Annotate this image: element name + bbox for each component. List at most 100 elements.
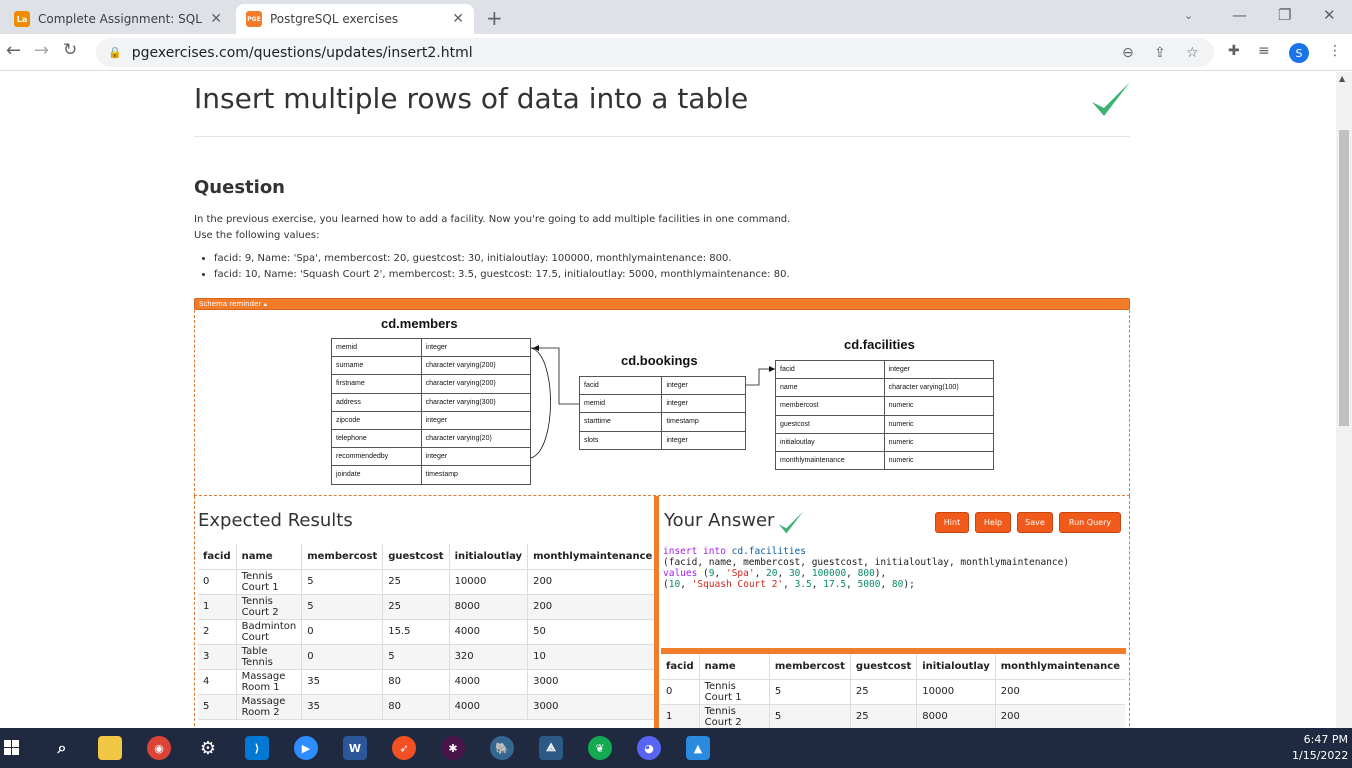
search-icon[interactable]: ⌕ — [50, 736, 74, 760]
bookmark-star-icon[interactable]: ☆ — [1186, 45, 1199, 61]
code-token: 10 — [668, 579, 681, 590]
table-cell: 4000 — [448, 669, 528, 695]
table-row: 1 Tennis Court 2 5 25 8000 200 — [661, 704, 1125, 728]
browser-tab-bar: La Complete Assignment: SQL Practi ✕ PGE… — [0, 0, 1352, 34]
table-row: 0 Tennis Court 1 5 25 10000 200 — [661, 679, 1125, 705]
clock-time: 6:47 PM — [1303, 733, 1348, 746]
photos-icon[interactable]: ▲ — [686, 736, 710, 760]
table-cell: 25 — [382, 569, 450, 595]
table-cell: 0 — [198, 569, 237, 595]
file-explorer-icon[interactable] — [98, 736, 122, 760]
table-cell: 25 — [382, 594, 450, 620]
table-row: 2 Badminton Court 0 15.5 4000 50 — [198, 619, 658, 645]
table-cell: Tennis Court 1 — [698, 679, 770, 705]
reload-icon[interactable]: ↻ — [63, 40, 77, 60]
table-cell: 8000 — [916, 704, 996, 728]
share-icon[interactable]: ⇪ — [1154, 45, 1166, 61]
sql-editor[interactable]: insert into cd.facilities (facid, name, … — [663, 546, 1123, 646]
mysql-workbench-icon[interactable]: ⟁ — [539, 736, 563, 760]
tab-search-icon[interactable]: ⌄ — [1184, 9, 1193, 22]
code-token: , — [811, 579, 824, 590]
browser-toolbar: ← → ↻ 🔒 pgexercises.com/questions/update… — [0, 34, 1352, 71]
column-header: monthlymaintenance — [527, 544, 658, 570]
code-token: , — [777, 568, 789, 579]
table-cell: 35 — [301, 669, 383, 695]
your-answer-heading: Your Answer — [664, 510, 775, 531]
extensions-icon[interactable]: ✚ — [1228, 43, 1240, 59]
code-token: 17.5 — [823, 579, 847, 590]
code-token: , — [846, 579, 858, 590]
address-bar[interactable]: 🔒 pgexercises.com/questions/updates/inse… — [96, 38, 1214, 67]
table-cell: 10000 — [916, 679, 996, 705]
column-header: name — [235, 544, 302, 570]
back-icon[interactable]: ← — [6, 40, 21, 61]
slack-icon[interactable]: ✱ — [441, 736, 465, 760]
hint-button[interactable]: Hint — [935, 512, 969, 533]
table-row: 0 Tennis Court 1 5 25 10000 200 — [198, 569, 658, 595]
new-tab-icon[interactable]: + — [486, 6, 503, 30]
table-cell: Massage Room 2 — [235, 694, 302, 720]
schema-reminder-toggle[interactable]: Schema reminder ▴ — [194, 298, 1130, 310]
table-cell: 3 — [198, 644, 237, 670]
system-clock[interactable]: 6:47 PM 1/15/2022 — [1292, 732, 1348, 764]
code-token: , — [714, 568, 726, 579]
zoom-icon[interactable]: ⊖ — [1122, 45, 1134, 61]
zoom-app-icon[interactable]: ▶ — [294, 736, 318, 760]
scroll-up-icon[interactable]: ▲ — [1339, 74, 1345, 83]
postgres-icon[interactable]: 🐘 — [490, 736, 514, 760]
code-token: 'Spa' — [725, 568, 755, 579]
column-header: guestcost — [382, 544, 450, 570]
expected-results-heading: Expected Results — [198, 510, 353, 531]
forward-icon[interactable]: → — [34, 40, 49, 61]
menu-icon[interactable]: ⋮ — [1328, 43, 1342, 59]
page-scrollbar[interactable]: ▲ — [1336, 72, 1352, 728]
chrome-icon[interactable]: ◉ — [147, 736, 171, 760]
close-window-icon[interactable]: ✕ — [1323, 6, 1336, 24]
page-title: Insert multiple rows of data into a tabl… — [194, 82, 749, 115]
help-button[interactable]: Help — [975, 512, 1011, 533]
table-cell: 5 — [301, 569, 383, 595]
reading-list-icon[interactable]: ≡ — [1258, 43, 1270, 59]
code-token: , — [680, 579, 692, 590]
table-cell: 25 — [849, 679, 917, 705]
table-cell: 80 — [382, 669, 450, 695]
favicon-icon: PGE — [246, 11, 262, 27]
table-cell: 0 — [661, 679, 700, 705]
url-text: pgexercises.com/questions/updates/insert… — [131, 44, 473, 61]
table-cell: 5 — [382, 644, 450, 670]
question-line: In the previous exercise, you learned ho… — [194, 214, 791, 225]
question-heading: Question — [194, 177, 285, 198]
column-header: facid — [661, 654, 700, 680]
table-cell: 4000 — [448, 694, 528, 720]
settings-gear-icon[interactable]: ⚙ — [196, 736, 220, 760]
close-tab-icon[interactable]: ✕ — [452, 11, 464, 27]
profile-avatar[interactable]: S — [1289, 43, 1309, 63]
expected-results-panel: Expected Results facid name membercost gues… — [194, 496, 658, 728]
page-content: Insert multiple rows of data into a tabl… — [0, 72, 1336, 728]
tab-assignment[interactable]: La Complete Assignment: SQL Practi ✕ — [4, 4, 232, 34]
restore-icon[interactable]: ❐ — [1278, 6, 1291, 24]
windows-start-icon[interactable] — [4, 740, 20, 756]
your-answer-panel: Your Answer Hint Help Save Run Query ins… — [659, 496, 1130, 728]
mongodb-compass-icon[interactable]: ❦ — [588, 736, 612, 760]
taskbar: ⌕ ◉ ⚙ ⟩ ▶ W ➶ ✱ 🐘 ⟁ ❦ ◕ ▲ 6:47 PM 1/15/2… — [0, 728, 1352, 768]
run-query-button[interactable]: Run Query — [1059, 512, 1121, 533]
code-token: , — [754, 568, 767, 579]
table-cell: Massage Room 1 — [235, 669, 302, 695]
table-row: 4 Massage Room 1 35 80 4000 3000 — [198, 669, 658, 695]
close-tab-icon[interactable]: ✕ — [210, 11, 222, 27]
postman-icon[interactable]: ➶ — [392, 736, 416, 760]
save-button[interactable]: Save — [1017, 512, 1053, 533]
discord-icon[interactable]: ◕ — [637, 736, 661, 760]
code-token: , — [800, 568, 812, 579]
table-cell: 5 — [768, 704, 851, 728]
tab-pgexercises[interactable]: PGE PostgreSQL exercises ✕ — [236, 4, 474, 34]
table-cell: 35 — [301, 694, 383, 720]
column-header: membercost — [301, 544, 383, 570]
minimize-icon[interactable]: — — [1232, 6, 1247, 24]
word-icon[interactable]: W — [343, 736, 367, 760]
scrollbar-thumb[interactable] — [1339, 130, 1349, 426]
table-cell: 10000 — [448, 569, 528, 595]
vscode-icon[interactable]: ⟩ — [245, 736, 269, 760]
table-row: 3 Table Tennis 0 5 320 10 — [198, 644, 658, 670]
